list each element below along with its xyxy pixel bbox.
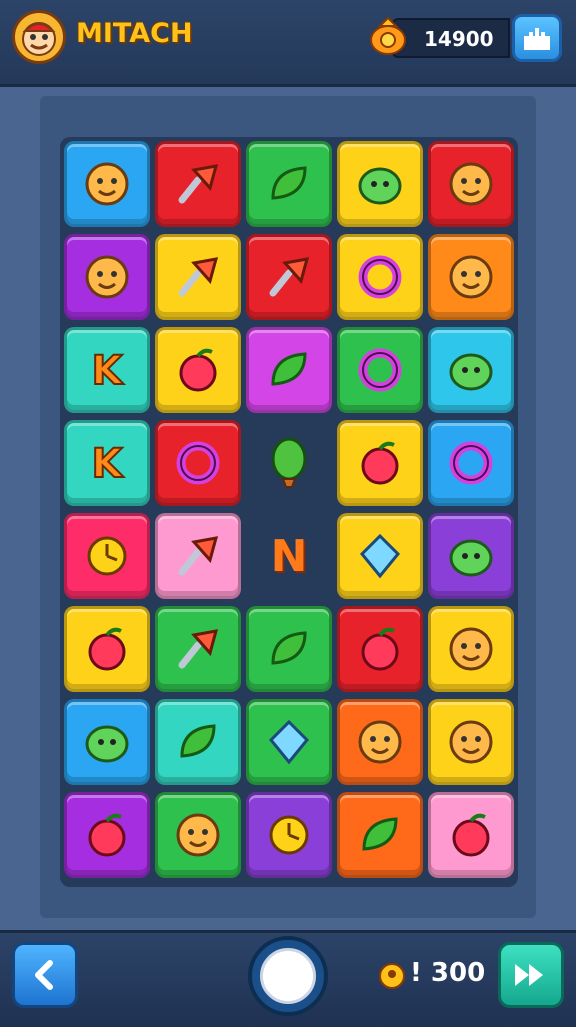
tile[interactable]: [337, 327, 423, 413]
tile[interactable]: [246, 327, 332, 413]
tile[interactable]: [64, 606, 150, 692]
face-avatar-icon: [22, 22, 56, 56]
clock-icon: [87, 536, 127, 576]
menu-button[interactable]: [512, 14, 562, 62]
ring-icon: [358, 255, 402, 299]
tile[interactable]: [428, 141, 514, 227]
pin-icon: [178, 257, 219, 297]
melon-icon: [88, 627, 126, 671]
avatar[interactable]: [12, 10, 66, 64]
tile[interactable]: [428, 513, 514, 599]
heart-bloom-icon: [361, 441, 399, 485]
tile[interactable]: [155, 141, 241, 227]
tile[interactable]: [155, 327, 241, 413]
tile[interactable]: [337, 699, 423, 785]
svg-text:K: K: [92, 441, 125, 487]
fast-forward-icon: [515, 964, 543, 986]
purple-face-icon: [449, 720, 493, 764]
back-button[interactable]: [12, 942, 78, 1008]
hex-nut-icon: [176, 441, 220, 485]
turtle-icon: [449, 539, 493, 577]
tile[interactable]: [246, 141, 332, 227]
letter-g-icon: K: [91, 347, 126, 395]
tile[interactable]: [337, 234, 423, 320]
game-title: MITACH: [76, 18, 193, 49]
lollipop-icon: [178, 164, 219, 204]
tile[interactable]: K: [64, 327, 150, 413]
empty-cell: N: [246, 513, 332, 599]
tile[interactable]: [64, 699, 150, 785]
tile[interactable]: K: [64, 420, 150, 506]
tile[interactable]: [64, 792, 150, 878]
circle-button-icon: [260, 948, 316, 1004]
castle-menu-icon: [524, 28, 550, 50]
coin-bag-icon: [370, 16, 406, 55]
board-letter: N: [270, 530, 308, 582]
tile[interactable]: [428, 792, 514, 878]
tile[interactable]: [246, 792, 332, 878]
orange-ball-icon: [269, 815, 309, 855]
tile[interactable]: [246, 699, 332, 785]
coin-icon: [379, 963, 405, 989]
balloon-icon: [271, 437, 307, 488]
leaf-icon: [271, 166, 307, 200]
apple-icon: [88, 813, 126, 857]
tile[interactable]: [246, 606, 332, 692]
green-blob-icon: [449, 353, 493, 391]
tile[interactable]: [337, 606, 423, 692]
radish-icon: [179, 348, 217, 392]
tile[interactable]: [428, 699, 514, 785]
donut-icon: [358, 348, 402, 392]
tile[interactable]: [337, 513, 423, 599]
bear-face-icon: [85, 255, 129, 299]
tile[interactable]: [246, 234, 332, 320]
fast-forward-button[interactable]: [498, 942, 564, 1008]
tile[interactable]: [64, 234, 150, 320]
center-action-button[interactable]: [248, 936, 328, 1016]
cookie-face-icon: [449, 162, 493, 206]
crystal-icon: [359, 533, 401, 579]
screw-icon: [269, 257, 310, 297]
snail-icon: [449, 255, 493, 299]
chevron-left-icon: [35, 960, 53, 990]
flower-icon: [271, 352, 307, 386]
lemon-icon: [271, 631, 307, 665]
banana-icon: [180, 724, 216, 758]
score-value: 14900: [424, 27, 494, 51]
bear-face-icon: [85, 162, 129, 206]
candy-icon: [268, 719, 310, 765]
sunglasses-face-icon: [449, 627, 493, 671]
tile[interactable]: [155, 792, 241, 878]
pin-icon: [178, 629, 219, 669]
tile[interactable]: [155, 420, 241, 506]
empty-cell: [246, 420, 332, 506]
tile[interactable]: [428, 606, 514, 692]
letter-k-icon: K: [91, 440, 126, 488]
tile[interactable]: [64, 513, 150, 599]
tile[interactable]: [155, 606, 241, 692]
tile[interactable]: [428, 420, 514, 506]
tile[interactable]: [64, 141, 150, 227]
blue-blob-icon: [358, 167, 402, 205]
bottom-count: ! 300: [410, 958, 486, 988]
berry-icon: [452, 813, 490, 857]
svg-text:K: K: [92, 348, 125, 394]
tile[interactable]: [155, 234, 241, 320]
tile[interactable]: [337, 420, 423, 506]
tile[interactable]: [155, 513, 241, 599]
tile[interactable]: [337, 141, 423, 227]
tile[interactable]: [428, 327, 514, 413]
fish-icon: [178, 536, 219, 576]
pretzel-icon: [449, 441, 493, 485]
tile[interactable]: [155, 699, 241, 785]
green-leaf-icon: [362, 817, 398, 851]
tile[interactable]: [337, 792, 423, 878]
tile[interactable]: [428, 234, 514, 320]
green-face-icon: [358, 720, 402, 764]
pink-blob-icon: [85, 725, 129, 763]
heart-key-icon: [361, 627, 399, 671]
robot-face-icon: [176, 813, 220, 857]
